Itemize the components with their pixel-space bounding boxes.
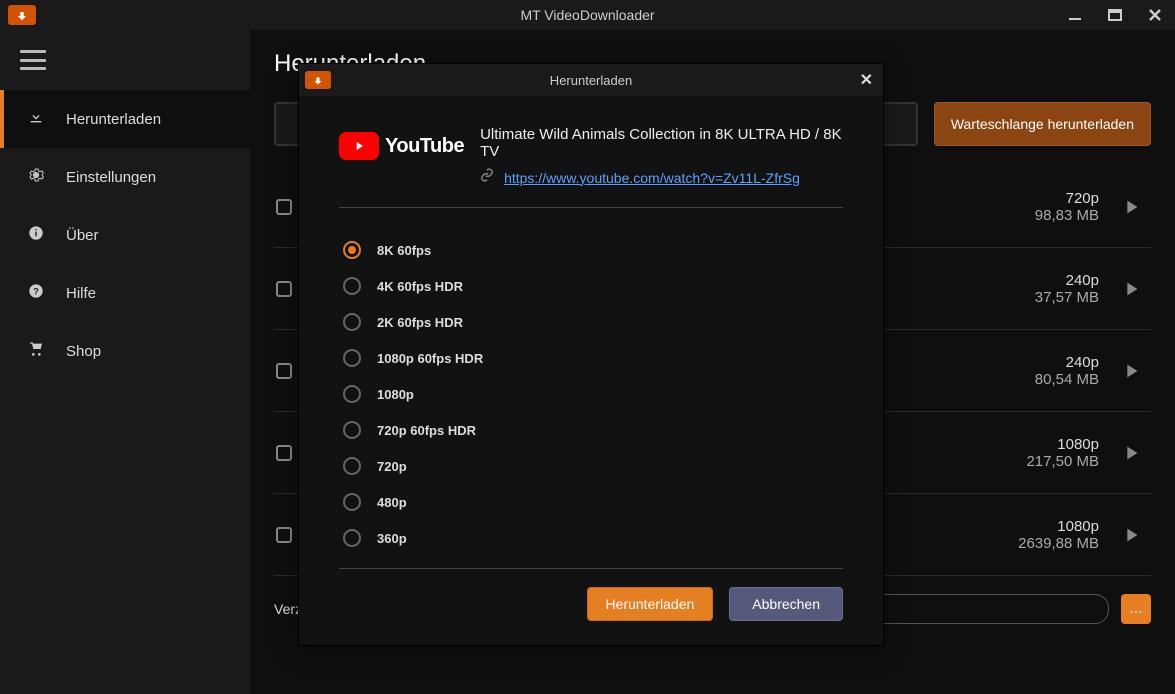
gear-icon <box>24 167 48 187</box>
dialog-cancel-button[interactable]: Abbrechen <box>729 587 843 621</box>
sidebar-item-cart[interactable]: Shop <box>0 322 250 380</box>
quality-label: 8K 60fps <box>377 243 431 258</box>
cart-icon <box>24 341 48 361</box>
sidebar-item-help[interactable]: ? Hilfe <box>0 264 250 322</box>
quality-label: 720p <box>377 459 407 474</box>
quality-label: 360p <box>377 531 407 546</box>
queue-row-size: 98,83 MB <box>1035 207 1099 224</box>
sidebar: Herunterladen Einstellungen Über? Hilfe Shop <box>0 30 250 694</box>
youtube-play-icon <box>339 132 379 160</box>
queue-row-checkbox[interactable] <box>276 445 292 461</box>
radio-icon <box>343 421 361 439</box>
quality-option[interactable]: 8K 60fps <box>343 232 843 268</box>
sidebar-item-label: Hilfe <box>66 285 96 302</box>
minimize-button[interactable] <box>1055 0 1095 30</box>
quality-label: 2K 60fps HDR <box>377 315 463 330</box>
queue-row-checkbox[interactable] <box>276 199 292 215</box>
quality-option[interactable]: 4K 60fps HDR <box>343 268 843 304</box>
radio-icon <box>343 457 361 475</box>
sidebar-item-label: Über <box>66 227 99 244</box>
radio-icon <box>343 241 361 259</box>
queue-row-play-button[interactable] <box>1111 442 1151 464</box>
quality-option[interactable]: 720p 60fps HDR <box>343 412 843 448</box>
sidebar-item-label: Einstellungen <box>66 169 156 186</box>
quality-label: 1080p 60fps HDR <box>377 351 483 366</box>
queue-row-size: 80,54 MB <box>1035 371 1099 388</box>
radio-icon <box>343 493 361 511</box>
download-icon <box>24 109 48 129</box>
dialog-titlebar: Herunterladen ✕ <box>299 64 883 96</box>
queue-row-resolution: 240p <box>1035 272 1099 289</box>
quality-option[interactable]: 720p <box>343 448 843 484</box>
quality-label: 720p 60fps HDR <box>377 423 476 438</box>
radio-icon <box>343 277 361 295</box>
hamburger-menu-button[interactable] <box>0 40 250 90</box>
queue-row-play-button[interactable] <box>1111 524 1151 546</box>
queue-row-checkbox[interactable] <box>276 527 292 543</box>
quality-option[interactable]: 1080p 60fps HDR <box>343 340 843 376</box>
quality-option[interactable]: 480p <box>343 484 843 520</box>
queue-row-checkbox[interactable] <box>276 281 292 297</box>
download-dialog: Herunterladen ✕ YouTube Ultimate Wild An… <box>298 63 884 646</box>
dialog-title: Herunterladen <box>550 73 632 88</box>
video-url-link[interactable]: https://www.youtube.com/watch?v=Zv11L-Zf… <box>504 170 800 186</box>
queue-row-play-button[interactable] <box>1111 360 1151 382</box>
radio-icon <box>343 313 361 331</box>
maximize-button[interactable] <box>1095 0 1135 30</box>
browse-path-button[interactable]: ... <box>1121 594 1151 624</box>
app-logo-icon <box>8 5 36 25</box>
quality-label: 1080p <box>377 387 414 402</box>
youtube-text: YouTube <box>385 135 464 158</box>
quality-label: 480p <box>377 495 407 510</box>
quality-option[interactable]: 360p <box>343 520 843 556</box>
dialog-close-button[interactable]: ✕ <box>860 70 873 90</box>
quality-option[interactable]: 2K 60fps HDR <box>343 304 843 340</box>
sidebar-item-label: Herunterladen <box>66 111 161 128</box>
link-icon <box>480 168 494 187</box>
help-icon: ? <box>24 283 48 303</box>
queue-row-size: 217,50 MB <box>1026 453 1099 470</box>
close-button[interactable] <box>1135 0 1175 30</box>
radio-icon <box>343 385 361 403</box>
queue-row-play-button[interactable] <box>1111 196 1151 218</box>
window-title: MT VideoDownloader <box>520 7 654 23</box>
queue-row-resolution: 240p <box>1035 354 1099 371</box>
sidebar-item-label: Shop <box>66 343 101 360</box>
dialog-logo-icon <box>305 71 331 89</box>
queue-row-size: 37,57 MB <box>1035 289 1099 306</box>
sidebar-item-gear[interactable]: Einstellungen <box>0 148 250 206</box>
youtube-logo: YouTube <box>339 132 464 160</box>
quality-options-list: 8K 60fps 4K 60fps HDR 2K 60fps HDR 1080p 60… <box>339 208 843 569</box>
queue-row-play-button[interactable] <box>1111 278 1151 300</box>
queue-row-resolution: 1080p <box>1026 436 1099 453</box>
titlebar: MT VideoDownloader <box>0 0 1175 30</box>
queue-row-resolution: 1080p <box>1018 518 1099 535</box>
quality-option[interactable]: 1080p <box>343 376 843 412</box>
dialog-download-button[interactable]: Herunterladen <box>587 587 714 621</box>
radio-icon <box>343 349 361 367</box>
video-title: Ultimate Wild Animals Collection in 8K U… <box>480 126 843 160</box>
info-icon <box>24 225 48 245</box>
sidebar-item-download[interactable]: Herunterladen <box>0 90 250 148</box>
queue-row-checkbox[interactable] <box>276 363 292 379</box>
quality-label: 4K 60fps HDR <box>377 279 463 294</box>
radio-icon <box>343 529 361 547</box>
download-queue-button[interactable]: Warteschlange herunterladen <box>934 102 1151 146</box>
queue-row-resolution: 720p <box>1035 190 1099 207</box>
svg-text:?: ? <box>33 286 39 296</box>
sidebar-item-info[interactable]: Über <box>0 206 250 264</box>
queue-row-size: 2639,88 MB <box>1018 535 1099 552</box>
